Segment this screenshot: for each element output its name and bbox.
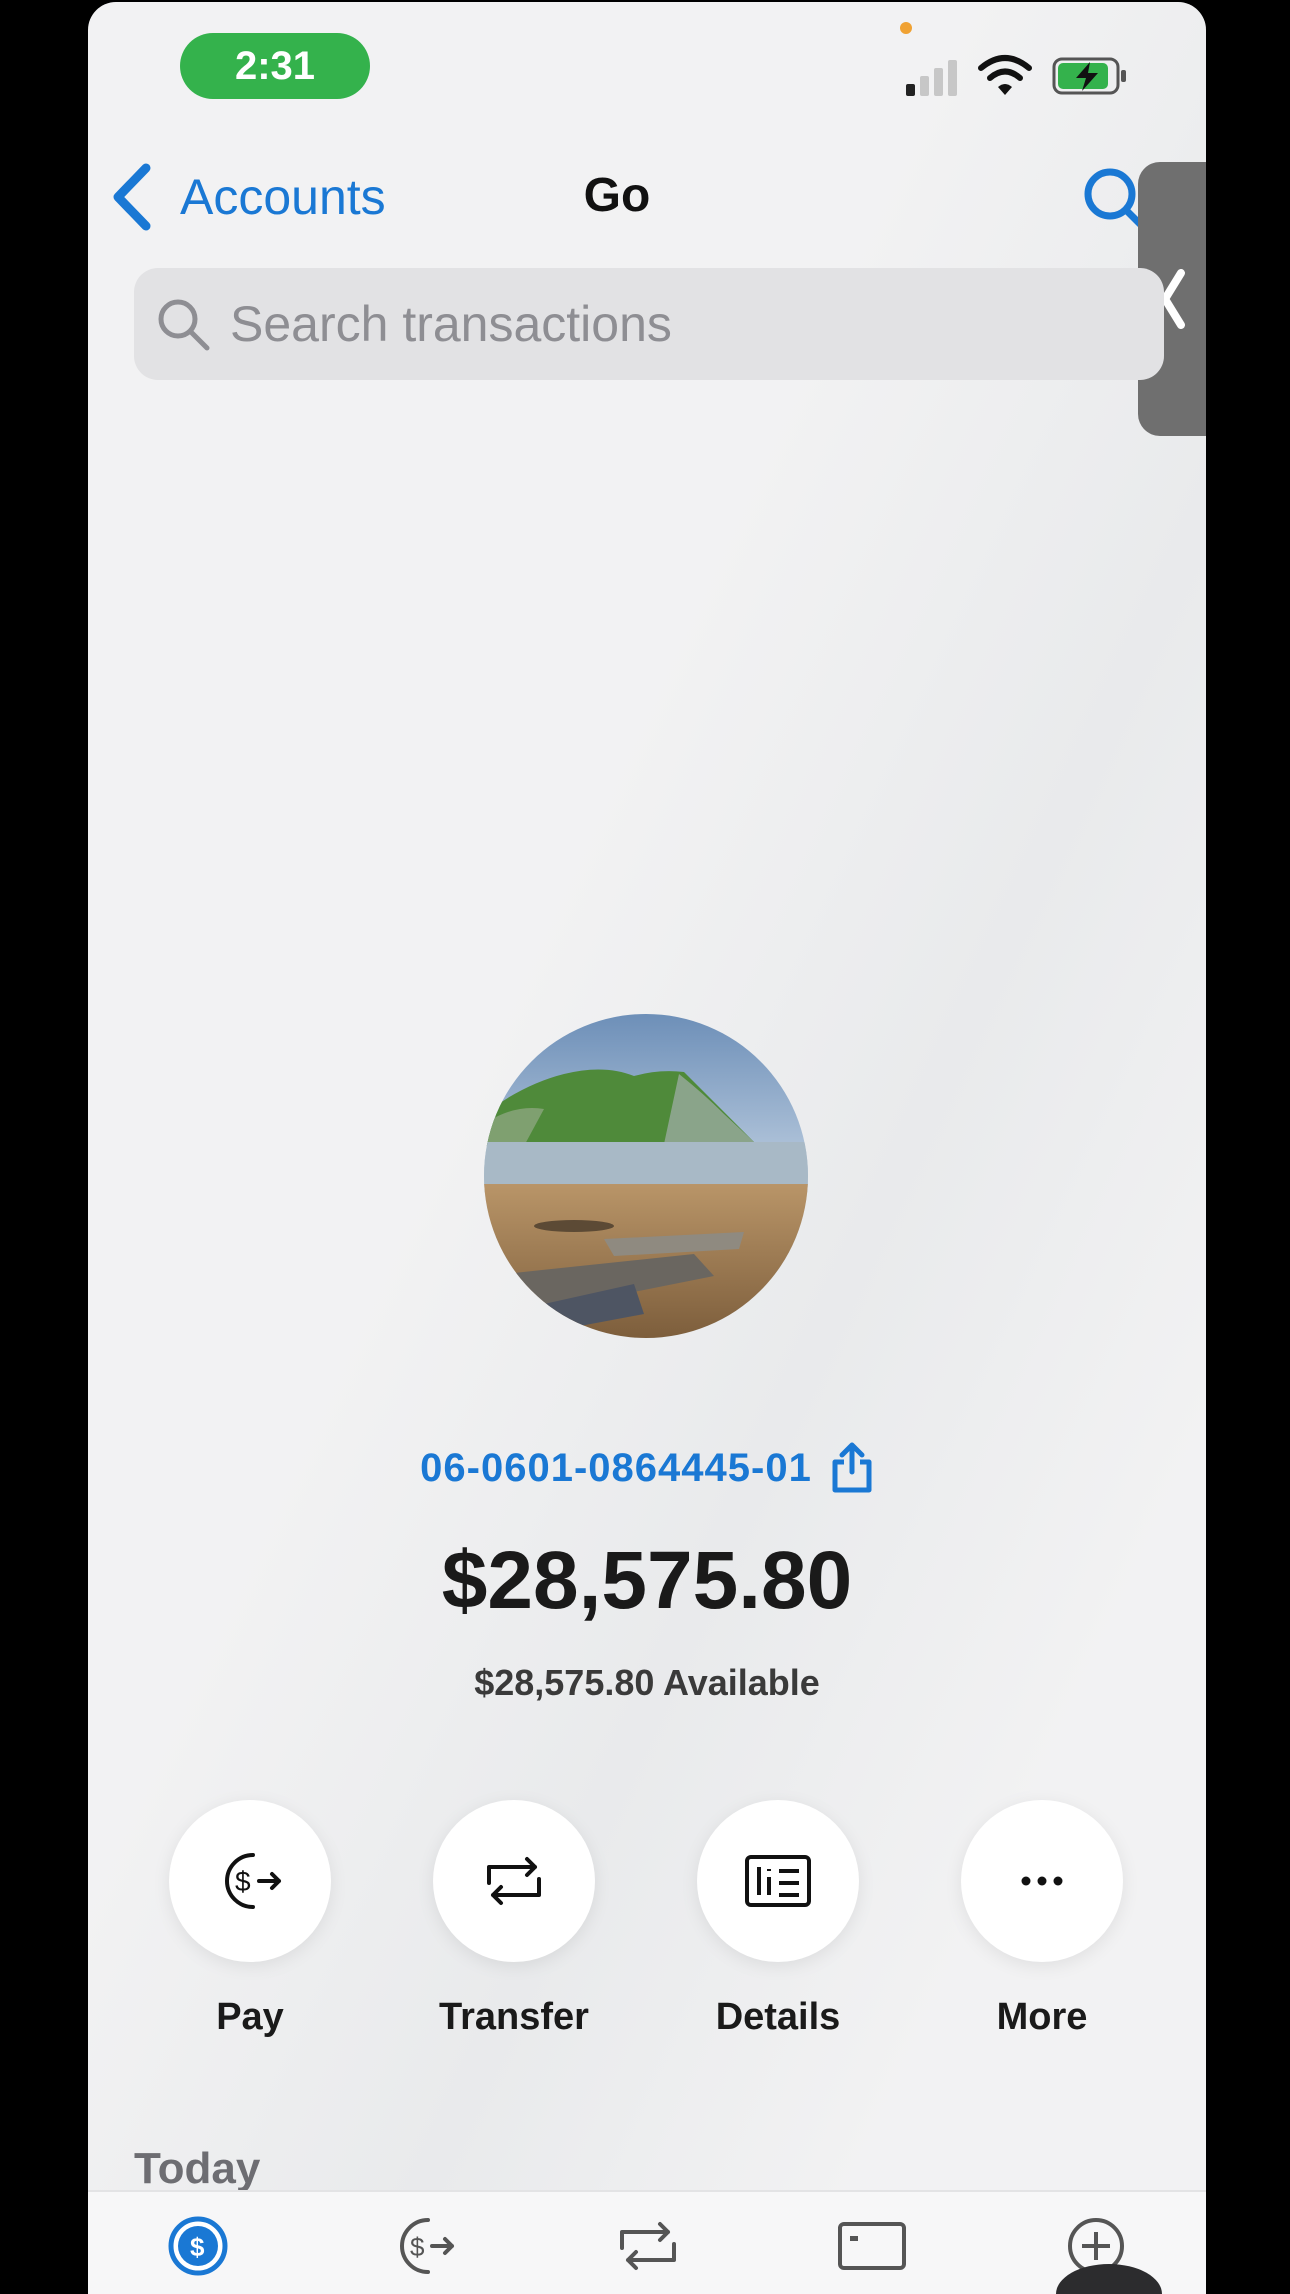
wifi-icon	[978, 55, 1032, 95]
transfer-button[interactable]: Transfer	[414, 1800, 614, 2039]
svg-text:$: $	[190, 2232, 205, 2262]
tab-transfer[interactable]	[606, 2210, 690, 2282]
more-icon	[1021, 1876, 1063, 1886]
section-header-today: Today	[134, 2144, 261, 2193]
pay-button-label: Pay	[216, 1996, 284, 2038]
available-balance: $28,575.80 Available	[474, 1662, 820, 1703]
transfer-icon	[487, 1857, 541, 1905]
pay-button[interactable]: $ Pay	[150, 1800, 350, 2039]
account-number[interactable]: 06-0601-0864445-01	[420, 1446, 812, 1491]
account-avatar-image[interactable]	[484, 1014, 808, 1338]
svg-text:$: $	[410, 2232, 425, 2262]
share-icon[interactable]	[830, 1442, 874, 1494]
search-bar[interactable]	[134, 268, 1164, 380]
details-icon	[745, 1855, 811, 1907]
search-input[interactable]	[228, 294, 1112, 354]
page-title: Go	[583, 169, 651, 222]
transfer-button-label: Transfer	[439, 1996, 589, 2038]
tab-accounts[interactable]: $	[156, 2210, 240, 2282]
svg-text:$: $	[235, 1866, 251, 1897]
status-time[interactable]: 2:31	[180, 33, 370, 99]
account-balance: $28,575.80	[441, 1535, 853, 1626]
more-button[interactable]: More	[942, 1800, 1142, 2039]
pay-tab-icon: $	[400, 2218, 454, 2274]
app-screen: 2:31 Accounts Go Search transactions 06-…	[88, 2, 1206, 2294]
search-icon	[158, 299, 210, 351]
pay-icon: $	[225, 1853, 281, 1909]
transfer-tab-icon	[620, 2222, 676, 2270]
battery-charging-icon	[1052, 57, 1126, 95]
details-button[interactable]: Details	[678, 1800, 878, 2039]
cards-tab-icon	[838, 2222, 906, 2270]
cellular-signal-icon	[906, 60, 964, 96]
details-button-label: Details	[715, 1996, 841, 2038]
more-button-label: More	[996, 1996, 1088, 2038]
tab-cards[interactable]	[830, 2210, 914, 2282]
privacy-indicator-dot	[900, 22, 912, 34]
tab-bar: $ $	[88, 2190, 1206, 2294]
tab-pay[interactable]: $	[382, 2210, 466, 2282]
accounts-tab-icon: $	[168, 2216, 228, 2276]
